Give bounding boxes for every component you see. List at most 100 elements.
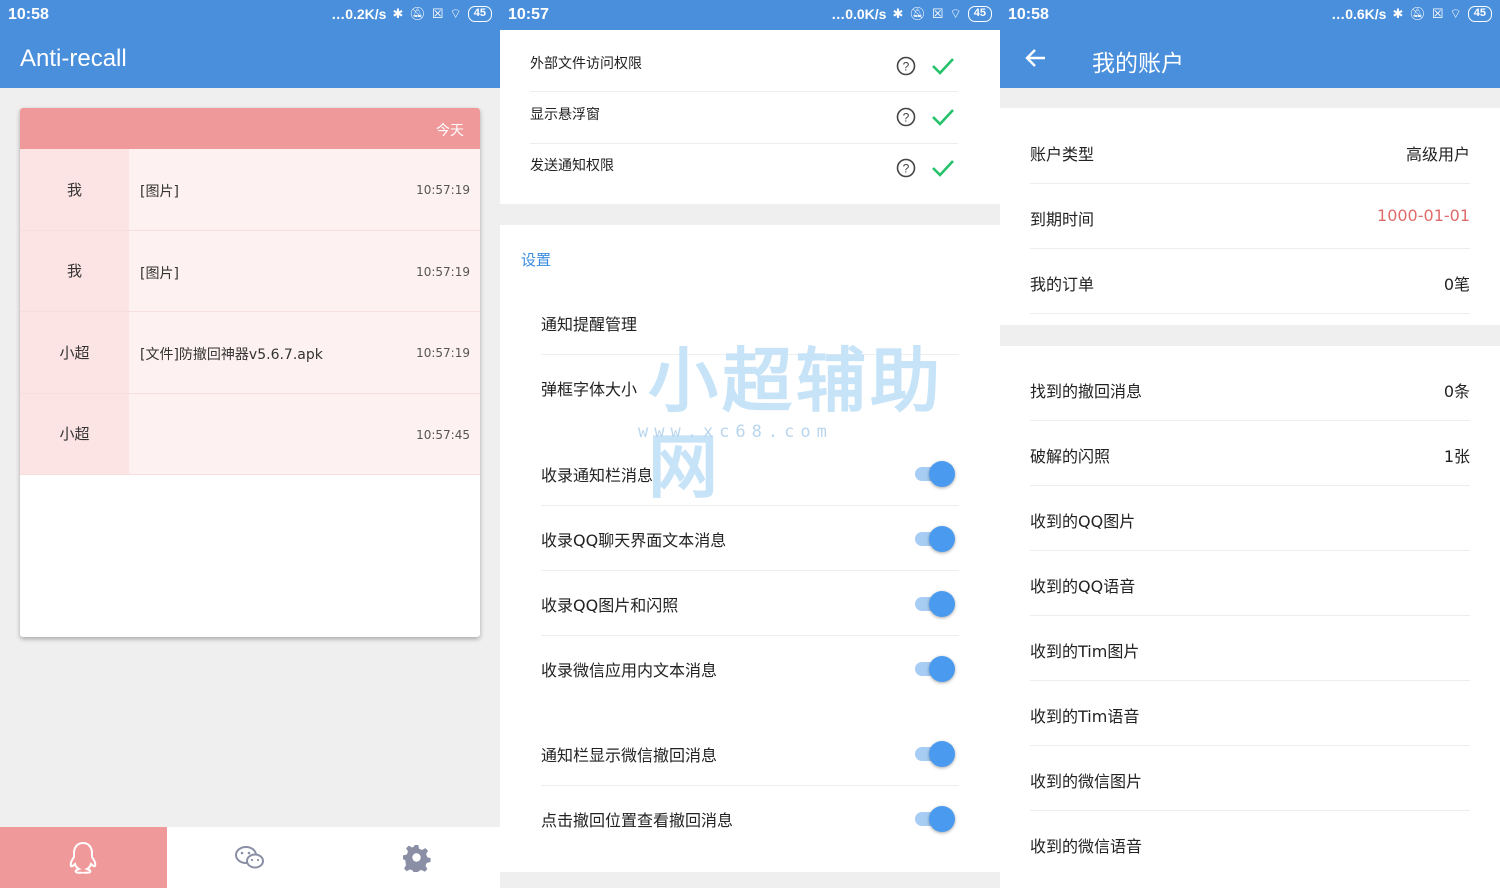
row-value: 0条 (1443, 382, 1470, 401)
network-speed: …0.2K/s (331, 6, 387, 22)
message-row[interactable]: 我 [图片] 10:57:19 (20, 149, 480, 231)
setting-label: 收录微信应用内文本消息 (541, 661, 718, 680)
row-label: 账户类型 (1030, 145, 1095, 164)
status-time: 10:57 (508, 6, 549, 23)
tab-wechat[interactable] (167, 827, 334, 888)
setting-label: 收录QQ图片和闪照 (541, 596, 679, 615)
permission-label: 发送通知权限 (530, 158, 614, 174)
stat-row[interactable]: 收到的QQ图片 (1030, 486, 1470, 551)
account-row[interactable]: 到期时间 1000-01-01 (1030, 184, 1470, 249)
back-arrow-icon[interactable] (1024, 46, 1048, 70)
status-time: 10:58 (8, 6, 49, 23)
message-text: [文件]防撤回神器v5.6.7.apk (140, 347, 323, 363)
row-label: 破解的闪照 (1030, 447, 1111, 466)
stat-row[interactable]: 收到的微信图片 (1030, 746, 1470, 811)
check-icon (932, 160, 954, 177)
wifi-icon: ⌔ (449, 6, 462, 21)
status-time: 10:58 (1008, 6, 1049, 23)
tab-settings[interactable] (333, 827, 500, 888)
setting-row[interactable]: 通知栏显示微信撤回消息 (541, 721, 959, 786)
svg-text:?: ? (903, 60, 910, 74)
battery-icon: 45 (967, 6, 992, 22)
toggle-switch[interactable] (915, 656, 955, 682)
app-bar: 我的账户 (1000, 30, 1500, 88)
sim-icon: ☒ (931, 6, 944, 21)
message-row[interactable]: 小超 [文件]防撤回神器v5.6.7.apk 10:57:19 (20, 312, 480, 394)
mute-icon: 🔕︎ (909, 6, 926, 21)
message-sender: 我 (20, 230, 129, 311)
row-value: 0笔 (1443, 275, 1470, 294)
message-row[interactable]: 小超 10:57:45 (20, 393, 480, 475)
message-time: 10:57:19 (416, 346, 470, 360)
setting-row[interactable]: 点击撤回位置查看撤回消息 (541, 786, 959, 851)
message-text: [图片] (140, 265, 179, 282)
qq-penguin-icon (70, 841, 97, 874)
toggle-switch[interactable] (915, 526, 955, 552)
stat-row[interactable]: 找到的撤回消息 0条 (1030, 356, 1470, 421)
mute-icon: 🔕︎ (1409, 6, 1426, 21)
watermark: 小超辅助网 www.xc68.com (638, 338, 1000, 508)
help-icon[interactable]: ? (896, 158, 916, 178)
settings-screen: 10:57 …0.0K/s ✱ 🔕︎ ☒ ⌔ 45 外部文件访问权限 ? 显示悬… (500, 0, 1000, 888)
account-row[interactable]: 我的订单 0笔 (1030, 249, 1470, 314)
network-speed: …0.6K/s (1331, 6, 1387, 22)
svg-text:?: ? (903, 162, 910, 176)
watermark-url: www.xc68.com (638, 422, 833, 442)
setting-row[interactable]: 收录QQ聊天界面文本消息 (541, 506, 959, 571)
row-value: 1000-01-01 (1377, 206, 1470, 225)
status-bar: 10:58 …0.6K/s ✱ 🔕︎ ☒ ⌔ 45 (1000, 0, 1500, 30)
setting-label: 通知栏显示微信撤回消息 (541, 746, 718, 765)
row-label: 收到的微信语音 (1030, 837, 1143, 856)
mute-icon: 🔕︎ (409, 6, 426, 21)
toggle-switch[interactable] (915, 591, 955, 617)
stat-row[interactable]: 收到的QQ语音 (1030, 551, 1470, 616)
svg-text:?: ? (903, 111, 910, 125)
status-bar: 10:57 …0.0K/s ✱ 🔕︎ ☒ ⌔ 45 (500, 0, 1000, 30)
message-sender: 小超 (20, 312, 129, 393)
toggle-switch[interactable] (915, 741, 955, 767)
page-title: 我的账户 (1092, 51, 1184, 77)
stat-row[interactable]: 破解的闪照 1张 (1030, 421, 1470, 486)
gear-icon (402, 844, 431, 872)
check-icon (932, 109, 954, 126)
setting-row[interactable]: 收录微信应用内文本消息 (541, 636, 959, 701)
permission-row[interactable]: 外部文件访问权限 ? (530, 40, 958, 92)
row-label: 收到的QQ图片 (1030, 512, 1136, 531)
account-row[interactable]: 账户类型 高级用户 (1030, 119, 1470, 184)
app-bar: Anti-recall (0, 30, 500, 88)
row-label: 找到的撤回消息 (1030, 382, 1143, 401)
setting-label: 点击撤回位置查看撤回消息 (541, 811, 734, 830)
bluetooth-icon: ✱ (392, 6, 404, 21)
row-label: 收到的Tim语音 (1030, 707, 1140, 726)
battery-icon: 45 (1467, 6, 1492, 22)
setting-row[interactable]: 收录QQ图片和闪照 (541, 571, 959, 636)
permission-row[interactable]: 显示悬浮窗 ? (530, 92, 958, 144)
section-divider (1000, 325, 1500, 346)
row-label: 收到的QQ语音 (1030, 577, 1136, 596)
stat-row[interactable]: 收到的Tim图片 (1030, 616, 1470, 681)
section-divider (500, 204, 1000, 225)
message-time: 10:57:19 (416, 183, 470, 197)
row-value: 1张 (1443, 447, 1470, 466)
date-label: 今天 (436, 123, 464, 139)
help-icon[interactable]: ? (896, 56, 916, 76)
wifi-icon: ⌔ (1449, 6, 1462, 21)
setting-label: 收录QQ聊天界面文本消息 (541, 531, 727, 550)
stat-row[interactable]: 收到的微信语音 (1030, 811, 1470, 876)
message-sender: 小超 (20, 393, 129, 474)
message-row[interactable]: 我 [图片] 10:57:19 (20, 230, 480, 312)
message-card: 今天 我 [图片] 10:57:19 我 [图片] 10:57:19 小超 [文… (20, 108, 480, 637)
section-divider (500, 872, 1000, 888)
sim-icon: ☒ (1431, 6, 1444, 21)
tab-qq[interactable] (0, 827, 167, 888)
stat-row[interactable]: 收到的Tim语音 (1030, 681, 1470, 746)
permission-row[interactable]: 发送通知权限 ? (530, 144, 958, 196)
row-label: 到期时间 (1030, 210, 1095, 229)
message-text: [图片] (140, 184, 179, 200)
message-time: 10:57:45 (416, 427, 470, 442)
toggle-switch[interactable] (915, 806, 955, 832)
setting-label: 通知提醒管理 (541, 315, 638, 334)
help-icon[interactable]: ? (896, 107, 916, 127)
permission-label: 显示悬浮窗 (530, 107, 600, 123)
card-header: 今天 (20, 108, 480, 149)
